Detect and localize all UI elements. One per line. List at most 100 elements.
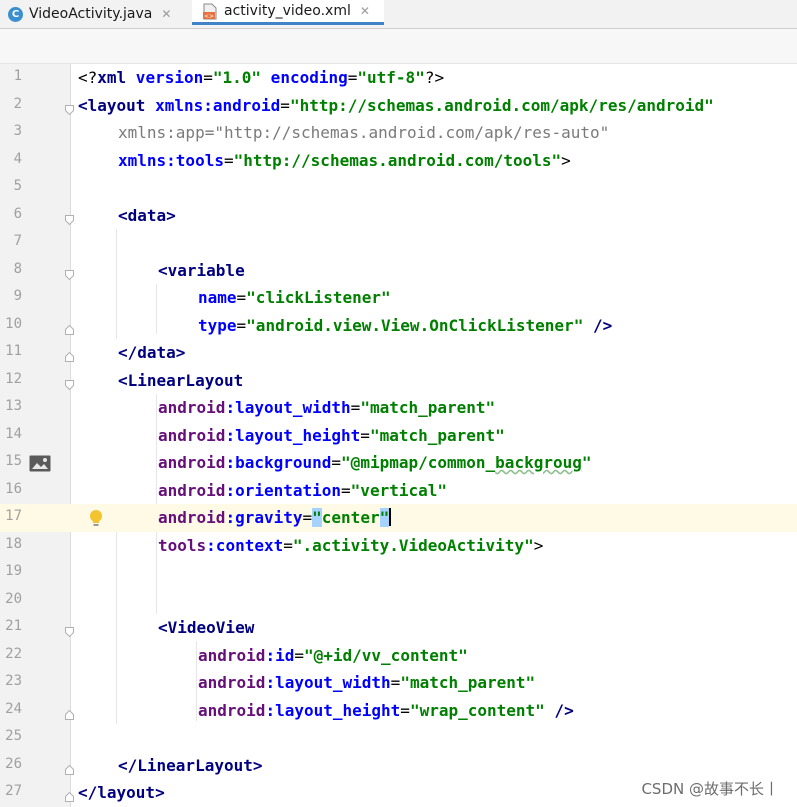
code-text: name="clickListener" (198, 288, 391, 307)
code-text: <VideoView (158, 618, 255, 637)
code-line: 21 <VideoView (0, 614, 797, 642)
line-number: 20 (5, 590, 22, 607)
code-line: 10 type="android.view.View.OnClickListen… (0, 312, 797, 340)
watermark: CSDN @故事不长丨 (641, 780, 779, 798)
line-number: 23 (5, 673, 22, 689)
line-number: 18 (5, 535, 22, 552)
line-number: 27 (5, 783, 22, 799)
code-line: 4 xmlns:tools="http://schemas.android.co… (0, 147, 797, 175)
code-text: android:layout_height="match_parent" (158, 425, 505, 445)
code-editor[interactable]: 1 <?xml version="1.0" encoding="utf-8"?>… (0, 64, 797, 807)
line-number: 3 (13, 123, 22, 139)
code-line: 2 <layout xmlns:android="http://schemas.… (0, 92, 797, 120)
line-number: 24 (5, 700, 22, 717)
fold-open-icon[interactable] (65, 265, 74, 280)
code-line-current: 17 android:gravity="center" (0, 504, 797, 532)
code-line: 22 android:id="@+id/vv_content" (0, 642, 797, 670)
fold-open-icon[interactable] (65, 375, 74, 390)
code-text: xmlns:app="http://schemas.android.com/ap… (118, 123, 610, 142)
code-line: 23 android:layout_width="match_parent" (0, 669, 797, 697)
line-number: 22 (5, 645, 22, 662)
line-number: 10 (5, 315, 22, 332)
line-number: 15 (5, 453, 22, 469)
code-line: 20 (0, 587, 797, 615)
code-line: 16 android:orientation="vertical" (0, 477, 797, 505)
line-number: 12 (5, 370, 22, 387)
line-number: 19 (5, 563, 22, 579)
code-text: </LinearLayout> (118, 755, 263, 775)
line-number: 26 (5, 755, 22, 772)
editor-tab-bar: C VideoActivity.java ✕ <> activity_video… (0, 0, 797, 29)
line-number: 16 (5, 480, 22, 497)
fold-close-icon[interactable] (65, 320, 74, 335)
code-line: 14 android:layout_height="match_parent" (0, 422, 797, 450)
code-text: <layout xmlns:android="http://schemas.an… (78, 95, 714, 115)
svg-text:<>: <> (204, 13, 214, 20)
code-text: android:background="@mipmap/common_backg… (158, 453, 592, 472)
code-line: 9 name="clickListener" (0, 284, 797, 312)
code-line: 11 </data> (0, 339, 797, 367)
code-text: android:id="@+id/vv_content" (198, 645, 468, 665)
tab-activity-video-xml[interactable]: <> activity_video.xml ✕ (192, 0, 384, 25)
code-text: android:layout_width="match_parent" (158, 398, 496, 417)
code-line: 26 </LinearLayout> (0, 752, 797, 780)
code-text: <data> (118, 205, 176, 225)
editor-toolbar-strip (0, 29, 797, 64)
line-number: 14 (5, 425, 22, 442)
line-number: 4 (13, 150, 22, 167)
code-text: <LinearLayout (118, 370, 244, 390)
code-line: 13 android:layout_width="match_parent" (0, 394, 797, 422)
fold-open-icon[interactable] (65, 100, 74, 115)
code-text: android:layout_width="match_parent" (198, 673, 536, 692)
lightbulb-icon[interactable] (88, 509, 104, 527)
line-number: 11 (5, 343, 22, 359)
code-line: 1 <?xml version="1.0" encoding="utf-8"?> (0, 64, 797, 92)
tab-label: VideoActivity.java (29, 6, 153, 22)
close-icon[interactable]: ✕ (161, 7, 171, 21)
code-text: tools:context=".activity.VideoActivity"> (158, 535, 544, 555)
line-number: 9 (13, 288, 22, 304)
code-text: android:orientation="vertical" (158, 480, 447, 500)
code-line: 19 (0, 559, 797, 587)
image-preview-icon[interactable] (29, 455, 51, 472)
line-number: 5 (13, 178, 22, 194)
line-number: 13 (5, 398, 22, 414)
fold-close-icon[interactable] (65, 760, 74, 775)
close-icon[interactable]: ✕ (360, 4, 370, 18)
code-line: 8 <variable (0, 257, 797, 285)
line-number: 25 (5, 728, 22, 744)
fold-close-icon[interactable] (65, 787, 74, 802)
code-line: 18 tools:context=".activity.VideoActivit… (0, 532, 797, 560)
code-text: <?xml version="1.0" encoding="utf-8"?> (78, 68, 445, 87)
line-number: 7 (13, 233, 22, 249)
fold-open-icon[interactable] (65, 622, 74, 638)
java-class-icon: C (8, 6, 23, 22)
line-number: 2 (13, 95, 22, 112)
xml-file-icon: <> (202, 3, 218, 20)
fold-close-icon[interactable] (65, 347, 74, 362)
code-line: 12 <LinearLayout (0, 367, 797, 395)
code-line: 25 (0, 724, 797, 752)
line-number: 8 (13, 260, 22, 277)
code-line: 7 (0, 229, 797, 257)
code-line: 15 android:background="@mipmap/common_ba… (0, 449, 797, 477)
line-number: 6 (13, 205, 22, 222)
code-text: </data> (118, 343, 186, 362)
code-text: type="android.view.View.OnClickListener"… (198, 315, 613, 335)
code-line: 24 android:layout_height="wrap_content" … (0, 697, 797, 725)
tab-videoactivity-java[interactable]: C VideoActivity.java ✕ (8, 0, 190, 28)
code-text: android:gravity="center" (158, 508, 392, 527)
tab-label: activity_video.xml (224, 3, 351, 19)
line-number: 21 (5, 618, 22, 634)
code-text: </layout> (78, 783, 165, 802)
code-text: xmlns:tools="http://schemas.android.com/… (118, 150, 571, 170)
code-text: <variable (158, 260, 245, 280)
fold-close-icon[interactable] (65, 705, 74, 720)
line-number: 1 (13, 68, 22, 84)
code-line: 3 xmlns:app="http://schemas.android.com/… (0, 119, 797, 147)
text-caret (389, 508, 392, 526)
code-text: android:layout_height="wrap_content" /> (198, 700, 574, 720)
fold-open-icon[interactable] (65, 210, 74, 225)
line-number: 17 (5, 508, 22, 524)
code-line: 5 (0, 174, 797, 202)
